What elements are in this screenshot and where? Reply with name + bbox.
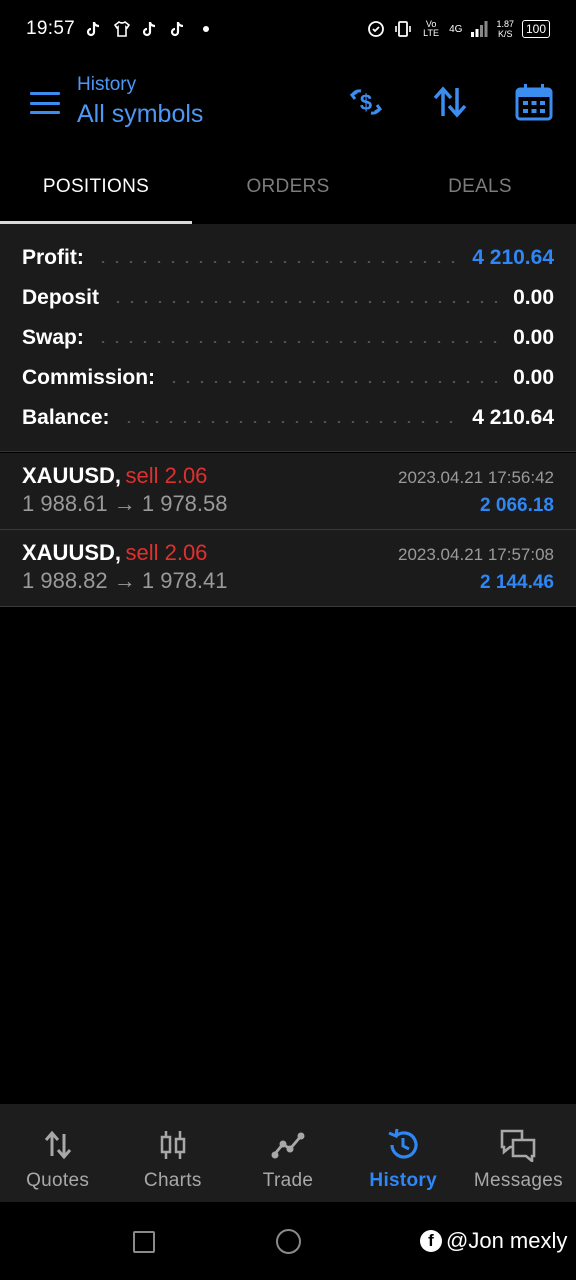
tab-orders[interactable]: ORDERS — [192, 150, 384, 224]
candlestick-icon — [160, 1131, 186, 1159]
nav-label-history: History — [369, 1170, 437, 1191]
position-symbol: XAUUSD, — [22, 463, 122, 488]
position-row[interactable]: XAUUSD, sell 2.06 2023.04.21 17:56:42 1 … — [0, 453, 576, 530]
nav-label-quotes: Quotes — [26, 1170, 90, 1191]
system-navigation-bar: f @Jon mexly — [0, 1202, 576, 1280]
nav-label-trade: Trade — [262, 1170, 314, 1191]
symbol-filter-title[interactable]: All symbols — [77, 100, 203, 129]
tiktok-icon — [170, 21, 184, 37]
position-profit: 2 066.18 — [480, 495, 554, 516]
recents-button[interactable] — [133, 1231, 155, 1253]
title-block[interactable]: History All symbols — [77, 74, 203, 129]
tiktok-icon — [142, 21, 156, 37]
watermark: f @Jon mexly — [420, 1228, 567, 1254]
position-datetime: 2023.04.21 17:56:42 — [398, 468, 554, 487]
tiktok-icon — [86, 21, 100, 37]
menu-icon[interactable] — [30, 92, 60, 114]
header-subtitle: History — [77, 74, 137, 95]
dotted-leader — [111, 301, 502, 303]
nav-label-charts: Charts — [143, 1170, 202, 1191]
nav-label-messages: Messages — [473, 1170, 563, 1191]
nav-history[interactable]: History — [346, 1104, 461, 1202]
network-speed: 1.87 K/S — [496, 19, 514, 39]
volte-label: Vo LTE — [423, 19, 440, 38]
trade-line-icon — [271, 1132, 305, 1159]
dotted-leader — [121, 421, 461, 423]
summary-panel: Profit: 4 210.64 Deposit 0.00 Swap: 0.00… — [0, 224, 576, 452]
profit-label: Profit: — [22, 246, 84, 269]
history-clock-icon — [388, 1128, 418, 1159]
profit-value: 4 210.64 — [472, 246, 554, 269]
balance-value: 4 210.64 — [472, 406, 554, 429]
svg-text:$: $ — [360, 90, 372, 115]
shirt-icon — [113, 21, 131, 37]
notification-dot-icon — [203, 26, 210, 32]
position-datetime: 2023.04.21 17:57:08 — [398, 545, 554, 564]
summary-row-deposit: Deposit 0.00 — [22, 278, 554, 318]
vibrate-icon — [395, 21, 411, 37]
position-symbol: XAUUSD, — [22, 540, 122, 565]
summary-row-swap: Swap: 0.00 — [22, 318, 554, 358]
signal-icon — [471, 21, 488, 37]
home-button[interactable] — [276, 1229, 301, 1254]
swap-value: 0.00 — [513, 326, 554, 349]
balance-label: Balance: — [22, 406, 110, 429]
dotted-leader — [167, 381, 502, 383]
nav-charts[interactable]: Charts — [115, 1104, 230, 1202]
history-tabs: POSITIONS ORDERS DEALS — [0, 150, 576, 224]
watermark-text: @Jon mexly — [446, 1228, 568, 1253]
dotted-leader — [95, 261, 461, 263]
position-side-volume: sell 2.06 — [125, 540, 208, 565]
app-header: History All symbols $ — [0, 60, 576, 150]
swap-label: Swap: — [22, 326, 84, 349]
tab-deals[interactable]: DEALS — [384, 150, 576, 224]
position-side-volume: sell 2.06 — [125, 463, 208, 488]
commission-value: 0.00 — [513, 366, 554, 389]
summary-row-profit: Profit: 4 210.64 — [22, 238, 554, 278]
status-bar: 19:57 Vo LTE 4G 1.87 K/S 100 — [0, 0, 576, 58]
data-saver-icon — [368, 21, 384, 37]
tab-positions[interactable]: POSITIONS — [0, 150, 192, 224]
battery-indicator: 100 — [521, 20, 550, 38]
position-prices: 1 988.61 → 1 978.58 — [22, 491, 228, 516]
nav-quotes[interactable]: Quotes — [0, 1104, 115, 1202]
nav-trade[interactable]: Trade — [230, 1104, 345, 1202]
dotted-leader — [95, 341, 502, 343]
position-row[interactable]: XAUUSD, sell 2.06 2023.04.21 17:57:08 1 … — [0, 530, 576, 607]
summary-row-balance: Balance: 4 210.64 — [22, 398, 554, 438]
commission-label: Commission: — [22, 366, 156, 389]
deposit-value: 0.00 — [513, 286, 554, 309]
messages-chat-icon — [501, 1129, 536, 1162]
position-prices: 1 988.82 → 1 978.41 — [22, 568, 228, 593]
currency-exchange-icon[interactable]: $ — [346, 82, 386, 122]
facebook-icon: f — [420, 1230, 442, 1252]
deposit-label: Deposit — [22, 286, 100, 309]
calendar-icon[interactable] — [514, 82, 554, 122]
sort-arrows-icon[interactable] — [430, 82, 470, 122]
position-profit: 2 144.46 — [480, 572, 554, 593]
summary-row-commission: Commission: 0.00 — [22, 358, 554, 398]
network-type-label: 4G — [449, 23, 463, 35]
nav-messages[interactable]: Messages — [461, 1104, 576, 1202]
bottom-navigation: Quotes Charts Trade History Messages — [0, 1104, 576, 1202]
status-time: 19:57 — [26, 18, 76, 39]
quotes-arrows-icon — [44, 1130, 71, 1160]
